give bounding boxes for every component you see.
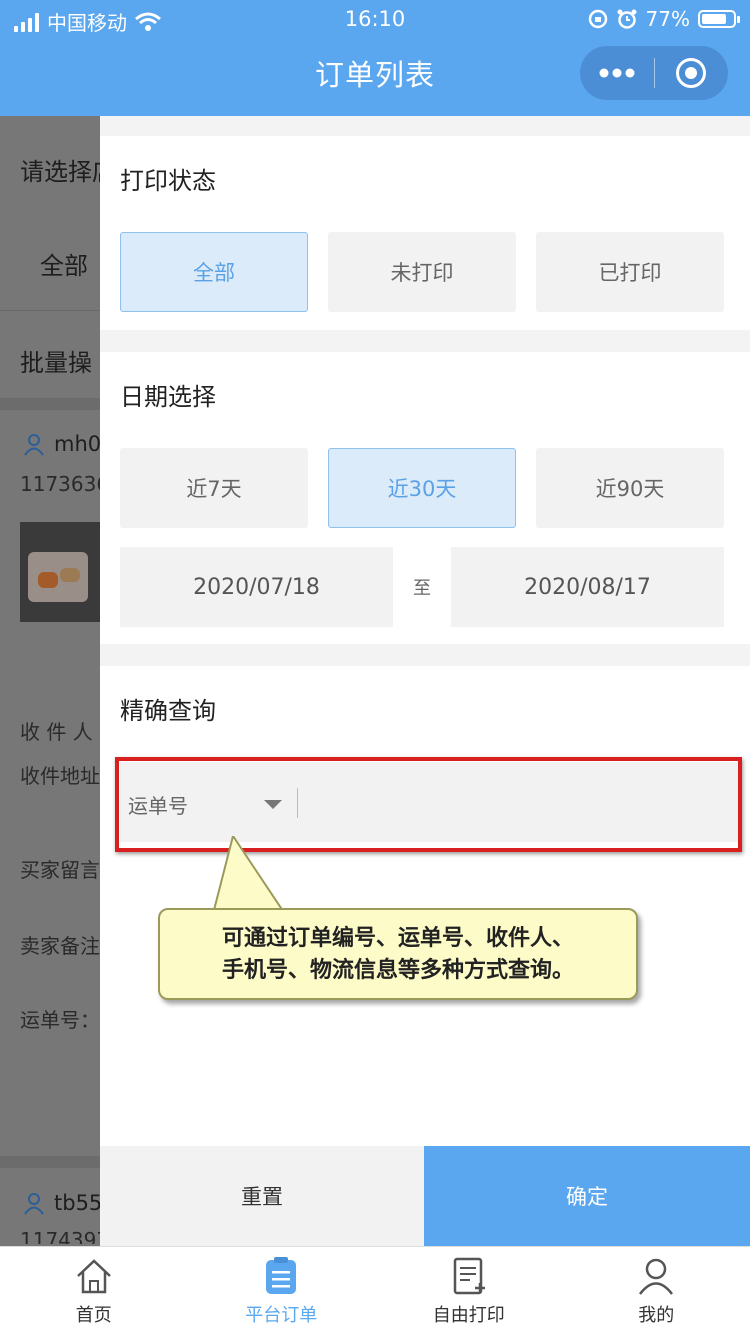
buyer-note-label: 买家留言: [20, 858, 100, 882]
date-option-7-days[interactable]: 近7天: [120, 448, 308, 528]
tab-free-print[interactable]: 自由打印: [375, 1247, 563, 1333]
user-icon: [24, 434, 44, 456]
status-bar: 中国移动 16:10 77%: [0, 0, 750, 38]
status-right: 77%: [588, 7, 740, 31]
print-status-option-printed[interactable]: 已打印: [536, 232, 724, 312]
mini-program-capsule: [580, 46, 728, 100]
order-id: 1173636: [20, 472, 110, 496]
tracking-label: 运单号：: [20, 1008, 100, 1032]
date-option-30-days[interactable]: 近30天: [328, 448, 516, 528]
rotation-lock-icon: [588, 9, 607, 29]
document-add-icon: [453, 1257, 485, 1295]
tip-line-2: 手机号、物流信息等多种方式查询。: [221, 958, 574, 983]
tip-line-1: 可通过订单编号、运单号、收件人、: [221, 926, 574, 951]
tab-label: 自由打印: [432, 1305, 505, 1326]
tab-mine[interactable]: 我的: [563, 1247, 750, 1333]
date-option-90-days[interactable]: 近90天: [536, 448, 724, 528]
more-button[interactable]: [580, 46, 654, 100]
tab-home[interactable]: 首页: [0, 1247, 188, 1333]
section-title: 精确查询: [120, 697, 216, 725]
end-date-picker[interactable]: 2020/08/17: [451, 547, 724, 627]
section-title: 日期选择: [120, 383, 216, 411]
start-date-picker[interactable]: 2020/07/18: [120, 547, 393, 627]
address-label: 收件地址: [20, 764, 100, 788]
date-range-separator: 至: [413, 578, 431, 599]
tab-label: 我的: [638, 1305, 675, 1326]
close-mini-program-button[interactable]: [655, 46, 729, 100]
tip-callout: 可通过订单编号、运单号、收件人、 手机号、物流信息等多种方式查询。: [158, 908, 638, 1000]
product-thumbnail: [20, 522, 100, 622]
top-header: 中国移动 16:10 77% 订单列表: [0, 0, 750, 116]
reset-button[interactable]: 重置: [100, 1146, 424, 1246]
user-icon: [639, 1258, 674, 1295]
tab-label: 平台订单: [245, 1305, 318, 1326]
tab-label: 首页: [75, 1305, 112, 1326]
print-status-option-all[interactable]: 全部: [120, 232, 308, 312]
print-status-section: 打印状态 全部 未打印 已打印: [100, 136, 750, 330]
battery-icon: [698, 10, 740, 28]
callout-pointer: [211, 836, 287, 914]
alarm-icon: [617, 9, 637, 29]
filter-drawer: 打印状态 全部 未打印 已打印 日期选择 近7天 近30天 近90天 2020/…: [100, 116, 750, 1246]
target-icon: [676, 58, 707, 88]
bottom-tab-bar: 首页 平台订单 自由打印 我的: [0, 1246, 750, 1333]
battery-percent: 77%: [645, 7, 690, 31]
clipboard-icon: [266, 1257, 297, 1294]
order-username: tb55: [54, 1191, 103, 1215]
tab-platform-orders[interactable]: 平台订单: [188, 1247, 376, 1333]
user-icon: [24, 1193, 44, 1215]
print-status-option-unprinted[interactable]: 未打印: [328, 232, 516, 312]
filter-value: 全部: [40, 252, 88, 280]
batch-operation-label: 批量操: [20, 349, 92, 377]
home-icon: [76, 1259, 111, 1294]
order-id: 1174397: [20, 1228, 110, 1244]
date-select-section: 日期选择 近7天 近30天 近90天 2020/07/18 至 2020/08/…: [100, 352, 750, 644]
confirm-button[interactable]: 确定: [424, 1146, 750, 1246]
receiver-label: 收 件 人: [20, 720, 93, 744]
section-title: 打印状态: [120, 167, 216, 195]
seller-note-label: 卖家备注: [20, 934, 100, 958]
more-dots-icon: [599, 68, 635, 78]
